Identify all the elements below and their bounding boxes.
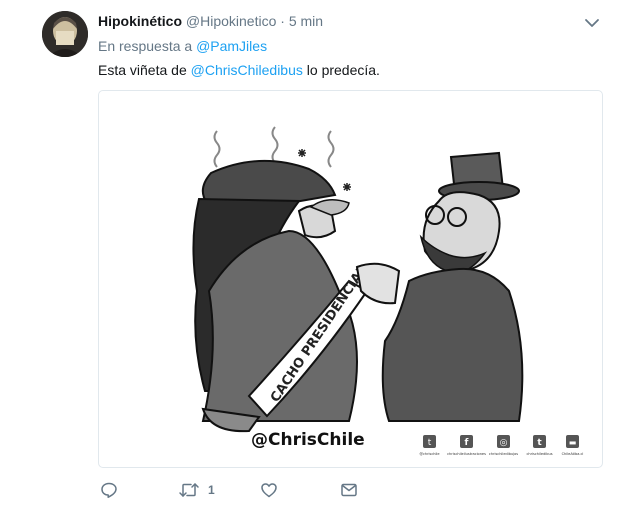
social-label: chrischiledibujos <box>489 452 518 456</box>
reply-button[interactable] <box>100 480 126 500</box>
cartoon-image: CACHO PRESIDENCIAL @ChrisChile t @chrisc… <box>192 126 583 456</box>
reply-prefix: En respuesta a <box>98 38 193 54</box>
blog-icon: ▬ ChileAtiba.cl <box>562 435 584 456</box>
instagram-icon: ◎ chrischiledibujos <box>489 435 518 456</box>
timestamp[interactable]: 5 min <box>289 13 323 29</box>
man-figure <box>355 151 524 422</box>
separator-dot: · <box>280 13 285 29</box>
svg-text:f: f <box>465 438 469 448</box>
chevron-down-icon[interactable] <box>583 14 601 32</box>
like-button[interactable] <box>260 480 286 500</box>
social-label: chrischileilustraciones <box>447 452 486 456</box>
svg-text:t: t <box>428 438 432 448</box>
reply-mention-link[interactable]: @PamJiles <box>196 38 267 54</box>
social-label: ChileAtiba.cl <box>562 452 584 456</box>
tweet: Hipokinético @Hipokinetico · 5 min En re… <box>0 0 637 506</box>
reply-context: En respuesta a @PamJiles <box>98 38 267 54</box>
facebook-icon: f chrischileilustraciones <box>447 435 486 456</box>
svg-text:t: t <box>537 438 542 448</box>
tweet-mention-link[interactable]: @ChrisChiledibus <box>191 62 303 78</box>
user-handle[interactable]: @Hipokinetico <box>186 13 276 29</box>
tumblr-icon: t chrischiledibus <box>526 435 553 456</box>
like-icon <box>260 481 278 499</box>
svg-text:▬: ▬ <box>569 438 577 447</box>
direct-message-button[interactable] <box>340 480 358 500</box>
twitter-icon: t @chrischile <box>419 435 440 456</box>
retweet-button[interactable]: 1 <box>178 480 215 500</box>
tweet-text-before: Esta viñeta de <box>98 62 187 78</box>
social-label: chrischiledibus <box>526 452 552 456</box>
tweet-text: Esta viñeta de @ChrisChiledibus lo prede… <box>98 62 380 78</box>
retweet-count: 1 <box>208 483 215 497</box>
retweet-icon <box>178 481 200 499</box>
svg-text:◎: ◎ <box>500 438 508 448</box>
media-card[interactable]: CACHO PRESIDENCIAL @ChrisChile t @chrisc… <box>98 90 603 468</box>
reply-icon <box>100 481 118 499</box>
direct-message-icon <box>340 481 358 499</box>
social-icons: t @chrischile f chrischileilustraciones … <box>419 435 583 456</box>
tweet-text-after: lo predecía. <box>306 62 380 78</box>
cartoon-signature: @ChrisChile <box>251 430 365 450</box>
display-name[interactable]: Hipokinético <box>98 13 182 29</box>
tweet-header: Hipokinético @Hipokinetico · 5 min <box>98 13 323 29</box>
avatar-image <box>42 11 88 57</box>
avatar[interactable] <box>42 11 88 57</box>
social-label: @chrischile <box>419 452 439 456</box>
